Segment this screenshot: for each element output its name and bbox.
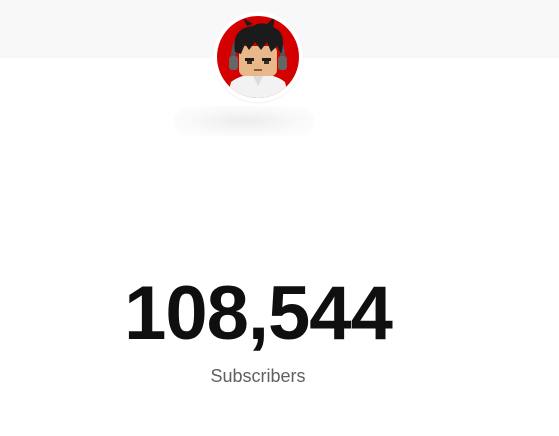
channel-name-placeholder	[174, 106, 314, 136]
subscriber-label: Subscribers	[210, 366, 306, 386]
channel-avatar-icon	[217, 16, 299, 98]
subscriber-count: 108,544	[124, 271, 393, 356]
subscriber-count-page: 108,544 Subscribers	[0, 0, 559, 436]
avatar[interactable]	[213, 12, 303, 102]
